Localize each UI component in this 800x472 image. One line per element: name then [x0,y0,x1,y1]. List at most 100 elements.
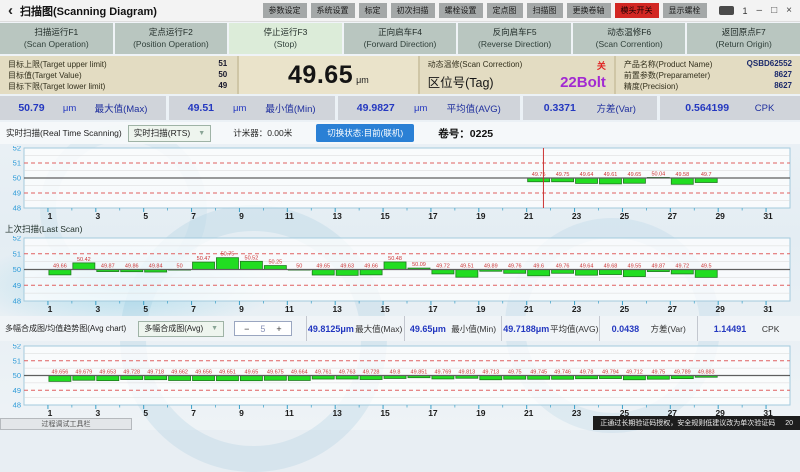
svg-text:49.87: 49.87 [651,264,665,270]
product-panel: 产品名称(Product Name) QSBD62552 前置参数(Preparam… [616,56,800,94]
avg-stat-segment-5: 1.14491CPK [697,316,795,341]
svg-text:50.47: 50.47 [197,256,211,262]
tab-cn-label: 正向启车F4 [344,26,457,38]
svg-text:50.42: 50.42 [77,257,91,263]
svg-text:48: 48 [13,297,21,306]
tab-en-label: (Scan Operation) [0,38,113,50]
toolbar-button-3[interactable]: 标定 [359,3,387,18]
toolbar-button-1[interactable]: 参数设定 [263,3,307,18]
svg-text:49.76: 49.76 [556,264,570,270]
toolbar-button-10[interactable]: 显示螺栓 [663,3,707,18]
toolbar-button-6[interactable]: 定点图 [487,3,523,18]
function-tab-f6[interactable]: 动态温修F6(Scan Corrention) [573,23,686,54]
target-row-value: 51 [218,59,227,70]
switch-state-button[interactable]: 切换状态:目前(联机) [316,124,414,142]
scan-mode-dropdown[interactable]: 实时扫描(RTS) ▼ [128,125,211,142]
function-tab-f1[interactable]: 扫描运行F1(Scan Operation) [0,23,113,54]
svg-text:19: 19 [476,408,486,418]
toolbar: 参数设定系统设置标定初次扫描螺栓设置定点图扫描图更换卷轴模头开关显示螺栓 [263,3,707,18]
stepper-plus-button[interactable]: + [276,324,281,334]
svg-text:11: 11 [285,304,294,314]
license-notice: 正通过长期验证码授权，安全规则低建议改为单次验证码 20 [593,416,800,430]
correction-status-badge[interactable]: 关 [597,59,606,72]
notice-count: 20 [785,420,793,427]
avg-stat-label: CPK [762,324,779,334]
function-tab-f4[interactable]: 正向启车F4(Forward Direction) [344,23,457,54]
function-tab-f5[interactable]: 反向启车F5(Reverse Direction) [458,23,571,54]
svg-text:3: 3 [95,211,100,221]
avg-stat-segment-1: 49.8125μm最大值(Max) [306,316,404,341]
correction-label: 动态温修(Scan Correction) [428,59,523,72]
function-tab-f7[interactable]: 返回原点F7(Return Origin) [687,23,800,54]
svg-text:49.72: 49.72 [675,264,689,270]
svg-text:15: 15 [380,408,390,418]
svg-text:49.58: 49.58 [675,172,689,178]
toolbar-button-5[interactable]: 螺栓设置 [439,3,483,18]
svg-text:49.653: 49.653 [99,370,116,376]
svg-text:49.883: 49.883 [698,370,715,376]
minimize-button[interactable]: – [757,6,763,16]
svg-text:49.65: 49.65 [316,264,330,270]
svg-text:50.25: 50.25 [268,260,282,266]
product-row-value: QSBD62552 [747,59,792,70]
svg-text:1: 1 [48,211,53,221]
target-row: 目标上限(Target upper limit)51 [8,59,227,70]
last-scan-label: 上次扫描(Last Scan) [5,223,82,235]
svg-text:52: 52 [13,344,21,351]
svg-text:51: 51 [13,159,21,168]
stat-label: 方差(Var) [596,101,635,115]
svg-text:49.76: 49.76 [508,264,522,270]
svg-text:49.84: 49.84 [149,264,163,270]
svg-text:9: 9 [239,408,244,418]
maximize-button[interactable]: □ [771,6,777,16]
function-tab-f3[interactable]: 停止运行F3(Stop) [229,23,342,54]
svg-text:7: 7 [191,408,196,418]
svg-text:49.675: 49.675 [267,370,284,376]
product-row-label: 前置参数(Preparameter) [624,70,710,81]
close-button[interactable]: × [786,6,792,16]
stepper-minus-button[interactable]: − [244,324,249,334]
toolbar-button-9[interactable]: 模头开关 [615,3,659,18]
svg-text:50: 50 [13,371,21,380]
avg-stats: 49.8125μm最大值(Max)49.65μm最小值(Min)49.7188μ… [306,316,795,341]
tab-en-label: (Forward Direction) [344,38,457,50]
svg-text:19: 19 [476,304,486,314]
svg-text:31: 31 [763,304,773,314]
avg-stat-segment-2: 49.65μm最小值(Min) [404,316,502,341]
svg-text:5: 5 [143,211,148,221]
svg-text:49.761: 49.761 [315,370,332,376]
back-icon[interactable]: ‹ [8,2,13,19]
svg-text:29: 29 [715,304,725,314]
svg-text:49.66: 49.66 [364,264,378,270]
svg-text:49.728: 49.728 [363,370,380,376]
app-window: ‹ 扫描图(Scanning Diagram) 参数设定系统设置标定初次扫描螺栓… [0,0,800,430]
function-tab-f2[interactable]: 定点运行F2(Position Operation) [115,23,228,54]
toolbar-button-2[interactable]: 系统设置 [311,3,355,18]
svg-text:49.656: 49.656 [51,370,68,376]
avg-stat-value: 49.8125μm [308,324,354,334]
svg-text:13: 13 [332,211,342,221]
current-value: 49.65 [288,61,353,90]
avg-chart-dropdown[interactable]: 多幅合成图(Avg) ▼ [138,321,224,337]
avg-stat-label: 方差(Var) [651,323,686,335]
svg-text:49.664: 49.664 [291,370,308,376]
debug-toolbar-button[interactable]: 过程调试工具栏 [0,418,132,430]
avg-stat-segment-3: 49.7188μm平均值(AVG) [501,316,599,341]
svg-text:13: 13 [332,304,342,314]
avg-chart-label: 多幅合成图/均值趋势图(Avg chart) [5,323,126,334]
target-row: 目标下限(Target lower limit)49 [8,81,227,92]
toolbar-button-8[interactable]: 更换卷轴 [567,3,611,18]
stat-value: 0.3371 [544,102,576,114]
product-row-label: 产品名称(Product Name) [624,59,712,70]
target-row: 目标值(Target Value)50 [8,70,227,81]
svg-text:7: 7 [191,211,196,221]
control-row: 实时扫描(Real Time Scanning) 实时扫描(RTS) ▼ 计米器… [0,122,800,144]
toolbar-button-7[interactable]: 扫描图 [527,3,563,18]
toolbar-button-4[interactable]: 初次扫描 [391,3,435,18]
window-title: 扫描图(Scanning Diagram) [20,3,157,19]
keyboard-icon[interactable] [719,6,734,15]
correction-panel: 动态温修(Scan Correction) 关 区位号(Tag) 22Bolt [420,56,614,94]
stat-segment-4: 0.3371 方差(Var) [523,96,656,120]
tab-en-label: (Reverse Direction) [458,38,571,50]
svg-text:25: 25 [620,304,630,314]
